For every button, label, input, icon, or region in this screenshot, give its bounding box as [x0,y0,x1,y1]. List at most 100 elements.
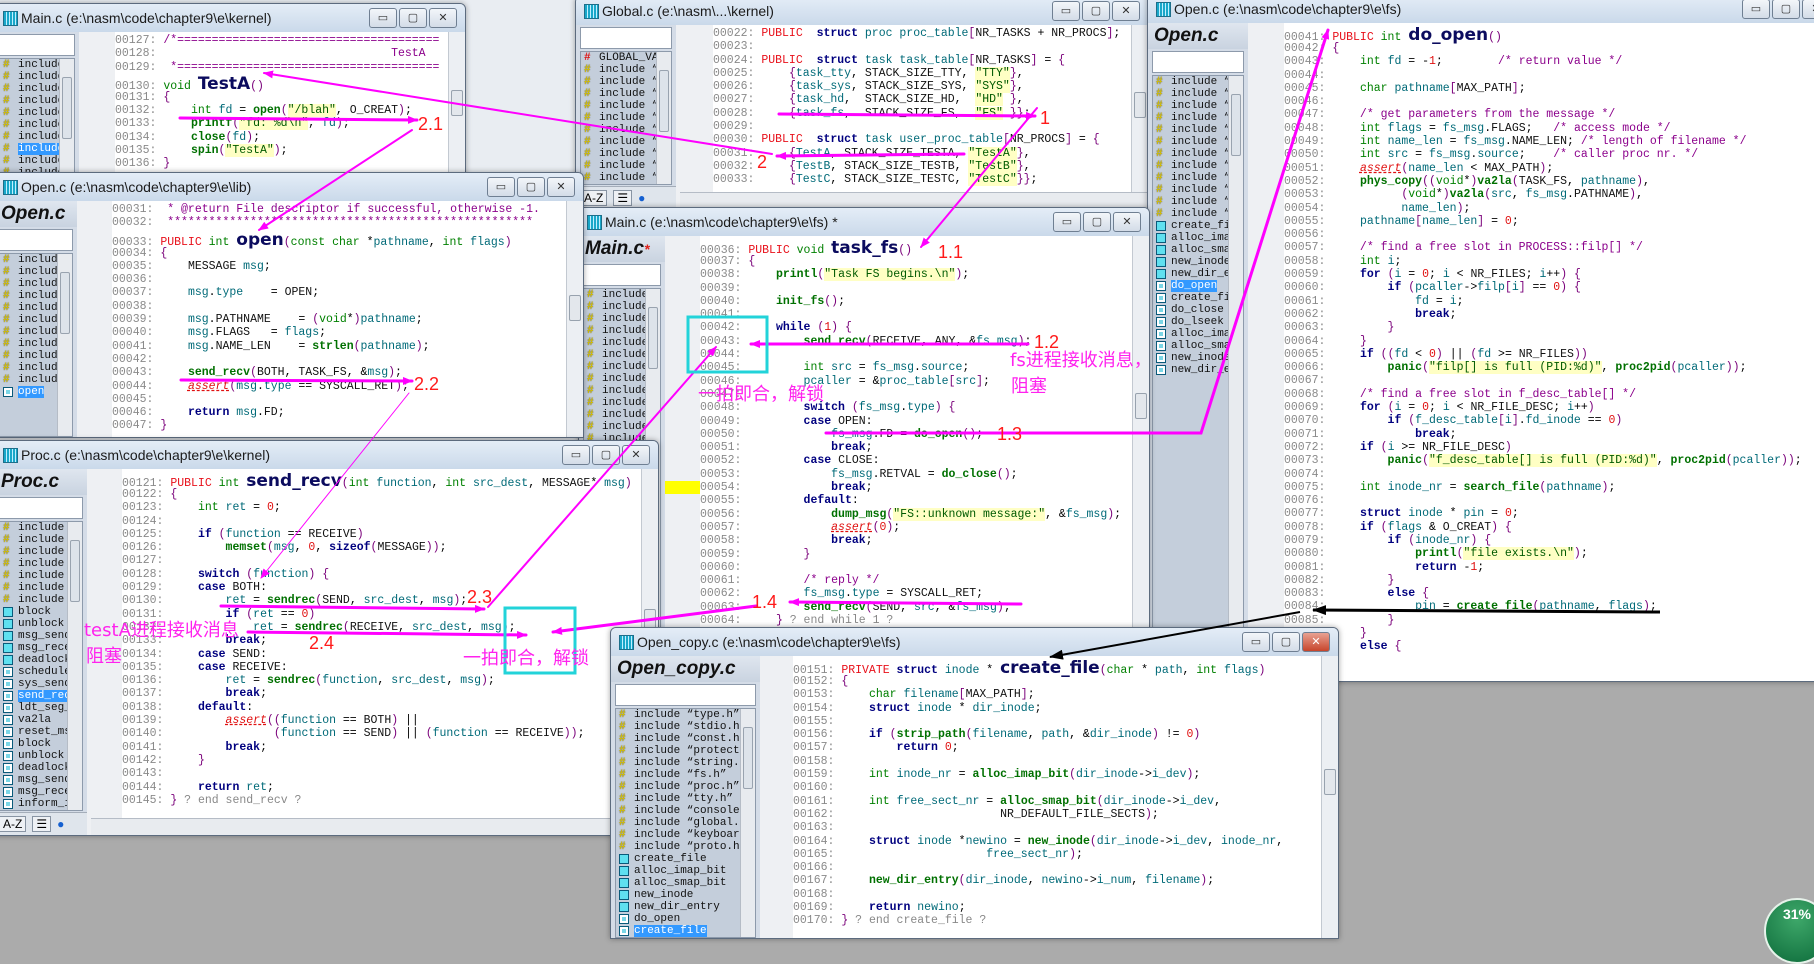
code-line[interactable]: 00126: memset(msg, 0, sizeof(MESSAGE)); [122,541,642,554]
code-line[interactable]: 00151: PRIVATE struct inode * create_fil… [793,658,1322,678]
code-line[interactable]: 00041: PUBLIC int do_open() [1284,25,1814,45]
code-line[interactable]: 00066: panic("filp[] is full (PID:%d)", … [1284,361,1814,375]
title-bar[interactable]: Global.c (e:\nasm\...\kernel) ▭ ▢ ✕ [576,0,1148,25]
code-line[interactable]: 00041: msg.NAME_LEN = strlen(pathname); [112,340,567,353]
code-line[interactable]: 00061: /* reply */ [700,574,1133,587]
symbol-list-scrollbar[interactable] [740,709,755,937]
scrollbar-thumb[interactable] [1324,768,1336,795]
editor-window[interactable]: Open.c (e:\nasm\code\chapter9\e\lib) ▭ ▢ ✕ O… [0,172,584,438]
code-line[interactable]: 00133: break; [122,634,642,647]
code-line[interactable]: 00045: [112,393,567,406]
code-line[interactable]: 00053: (void*)va2la(src, fs_msg.PATHNAME… [1284,188,1814,201]
code-line[interactable]: 00032: *********************************… [112,216,567,229]
code-line[interactable]: 00161: int free_sect_nr = alloc_smap_bit… [793,795,1322,808]
code-line[interactable]: 00135: spin("TestA"); [115,144,449,158]
symbol-item[interactable]: # include “tty.h” [616,793,755,805]
symbol-list[interactable]: # GLOBAL_VA # include “ # include “ # include “… [580,51,672,185]
code-line[interactable]: 00131: { [115,91,449,104]
symbol-item[interactable]: # include “protect. [616,745,755,757]
code-line[interactable]: 00047: [700,388,1133,401]
code-line[interactable]: 00078: if (flags & O_CREAT) { [1284,521,1814,534]
maximize-button[interactable]: ▢ [592,445,620,465]
symbol-list-scrollbar[interactable] [1228,76,1243,680]
editor-window[interactable]: Global.c (e:\nasm\...\kernel) ▭ ▢ ✕ # GLOBAL_… [575,0,1149,210]
code-line[interactable]: 00055: pathname[name_len] = 0; [1284,215,1814,228]
title-bar[interactable]: Open.c (e:\nasm\code\chapter9\e\fs) ▭▢✕ [1148,0,1814,23]
symbol-search-input[interactable] [0,229,73,251]
code-area[interactable]: 00151: PRIVATE struct inode * create_fil… [793,656,1322,938]
code-line[interactable]: 00121: PUBLIC int send_recv(int function… [122,471,642,491]
title-bar[interactable]: Main.c (e:\nasm\code\chapter9\e\fs) * ▭ ▢ ✕ [579,208,1149,236]
code-line[interactable]: 00081: return -1; [1284,561,1814,574]
code-area[interactable]: 00022: PUBLIC struct proc proc_table[NR_… [713,25,1132,192]
code-line[interactable]: 00067: [1284,374,1814,387]
code-line[interactable]: 00132: int fd = open("/blah", O_CREAT); [115,104,449,118]
symbol-item[interactable]: new_inode [616,889,755,901]
symbol-item[interactable]: # include “global.h [616,817,755,829]
minimize-button[interactable]: ▭ [369,8,397,28]
symbol-item[interactable]: # include “fs.h” [616,769,755,781]
code-vertical-scrollbar[interactable] [1132,236,1149,628]
code-line[interactable]: 00044: [1284,69,1814,82]
maximize-button[interactable]: ▢ [1272,632,1300,652]
close-button[interactable]: ✕ [1302,632,1330,652]
code-line[interactable]: 00057: /* find a free slot in PROCESS::f… [1284,241,1814,254]
code-area[interactable]: 00031: * @return File descriptor if succ… [112,201,567,437]
code-line[interactable]: 00145: } ? end send_recv ? [122,794,642,807]
scrollbar-thumb[interactable] [1134,91,1146,118]
code-line[interactable]: 00036: PUBLIC void task_fs() [700,238,1133,258]
sort-az-button[interactable]: A-Z [580,190,608,206]
code-line[interactable]: 00158: [793,755,1322,768]
code-line[interactable]: 00130: ret = sendrec(SEND, src_dest, msg… [122,594,642,607]
symbol-item[interactable]: create_file [616,853,755,865]
code-line[interactable]: 00044: [700,348,1133,361]
close-button[interactable]: ✕ [1112,1,1140,21]
code-line[interactable]: 00165: free_sect_nr); [793,848,1322,861]
code-line[interactable]: 00132: ret = sendrec(RECEIVE, src_dest, … [122,621,642,634]
code-line[interactable]: 00046: return msg.FD; [112,406,567,419]
code-line[interactable]: 00057: assert(0); [700,521,1133,534]
code-line[interactable]: 00131: if (ret == 0) [122,608,642,621]
code-line[interactable]: 00164: struct inode *newino = new_inode(… [793,835,1322,848]
symbol-item[interactable]: # include “stdio.h” [616,721,755,733]
tray-progress-badge[interactable]: 31% [1764,898,1814,964]
code-line[interactable]: 00134: close(fd); [115,131,449,144]
code-line[interactable]: 00023: [713,40,1132,53]
code-line[interactable]: 00167: new_dir_entry(dir_inode, newino->… [793,874,1322,887]
code-line[interactable]: 00129: case BOTH: [122,581,642,594]
symbol-search-input[interactable] [583,264,661,286]
code-line[interactable]: 00136: } [115,157,449,170]
code-line[interactable]: 00068: /* find a free slot in f_desc_tab… [1284,388,1814,401]
code-line[interactable]: 00162: NR_DEFAULT_FILE_SECTS); [793,808,1322,821]
code-line[interactable]: 00049: int name_len = fs_msg.NAME_LEN; /… [1284,135,1814,148]
maximize-button[interactable]: ▢ [399,8,427,28]
code-line[interactable]: 00062: fs_msg.type = SYSCALL_RET; [700,587,1133,600]
code-line[interactable]: 00072: if (i >= NR_FILE_DESC) [1284,441,1814,454]
code-line[interactable]: 00051: assert(name_len < MAX_PATH); [1284,162,1814,175]
code-line[interactable]: 00042: while (1) { [700,321,1133,334]
code-area[interactable]: 00121: PUBLIC int send_recv(int function… [122,469,642,818]
code-line[interactable]: 00027: {task_hd, STACK_SIZE_HD, "HD" }, [713,93,1132,107]
code-line[interactable]: 00083: else { [1284,587,1814,600]
code-line[interactable]: 00054: break; [700,481,1133,494]
symbol-list-scrollbar[interactable] [59,59,74,175]
code-vertical-scrollbar[interactable] [1321,656,1338,938]
scrollbar-thumb[interactable] [659,70,669,132]
title-bar[interactable]: Proc.c (e:\nasm\code\chapter9\e\kernel) ▭… [0,441,658,469]
code-line[interactable]: 00160: [793,781,1322,794]
code-line[interactable]: 00051: break; [700,441,1133,454]
close-button[interactable]: ✕ [1113,212,1141,232]
code-line[interactable]: 00073: panic("f_desc_table[] is full (PI… [1284,454,1814,468]
scrollbar-thumb[interactable] [569,295,581,322]
maximize-button[interactable]: ▢ [1772,0,1800,19]
close-button[interactable]: ✕ [547,177,575,197]
code-line[interactable]: 00043: send_recv(RECEIVE, ANY, &fs_msg); [700,335,1133,348]
code-line[interactable]: 00054: name_len); [1284,202,1814,215]
scrollbar-thumb[interactable] [451,89,463,116]
symbol-search-input[interactable] [615,684,756,706]
symbol-filter-icon[interactable]: ● [57,817,64,831]
code-line[interactable]: 00143: [122,767,642,780]
title-bar[interactable]: Open_copy.c (e:\nasm\code\chapter9\e\fs)… [611,628,1338,656]
code-line[interactable]: 00039: msg.PATHNAME = (void*)pathname; [112,313,567,326]
scrollbar-thumb[interactable] [60,272,70,334]
